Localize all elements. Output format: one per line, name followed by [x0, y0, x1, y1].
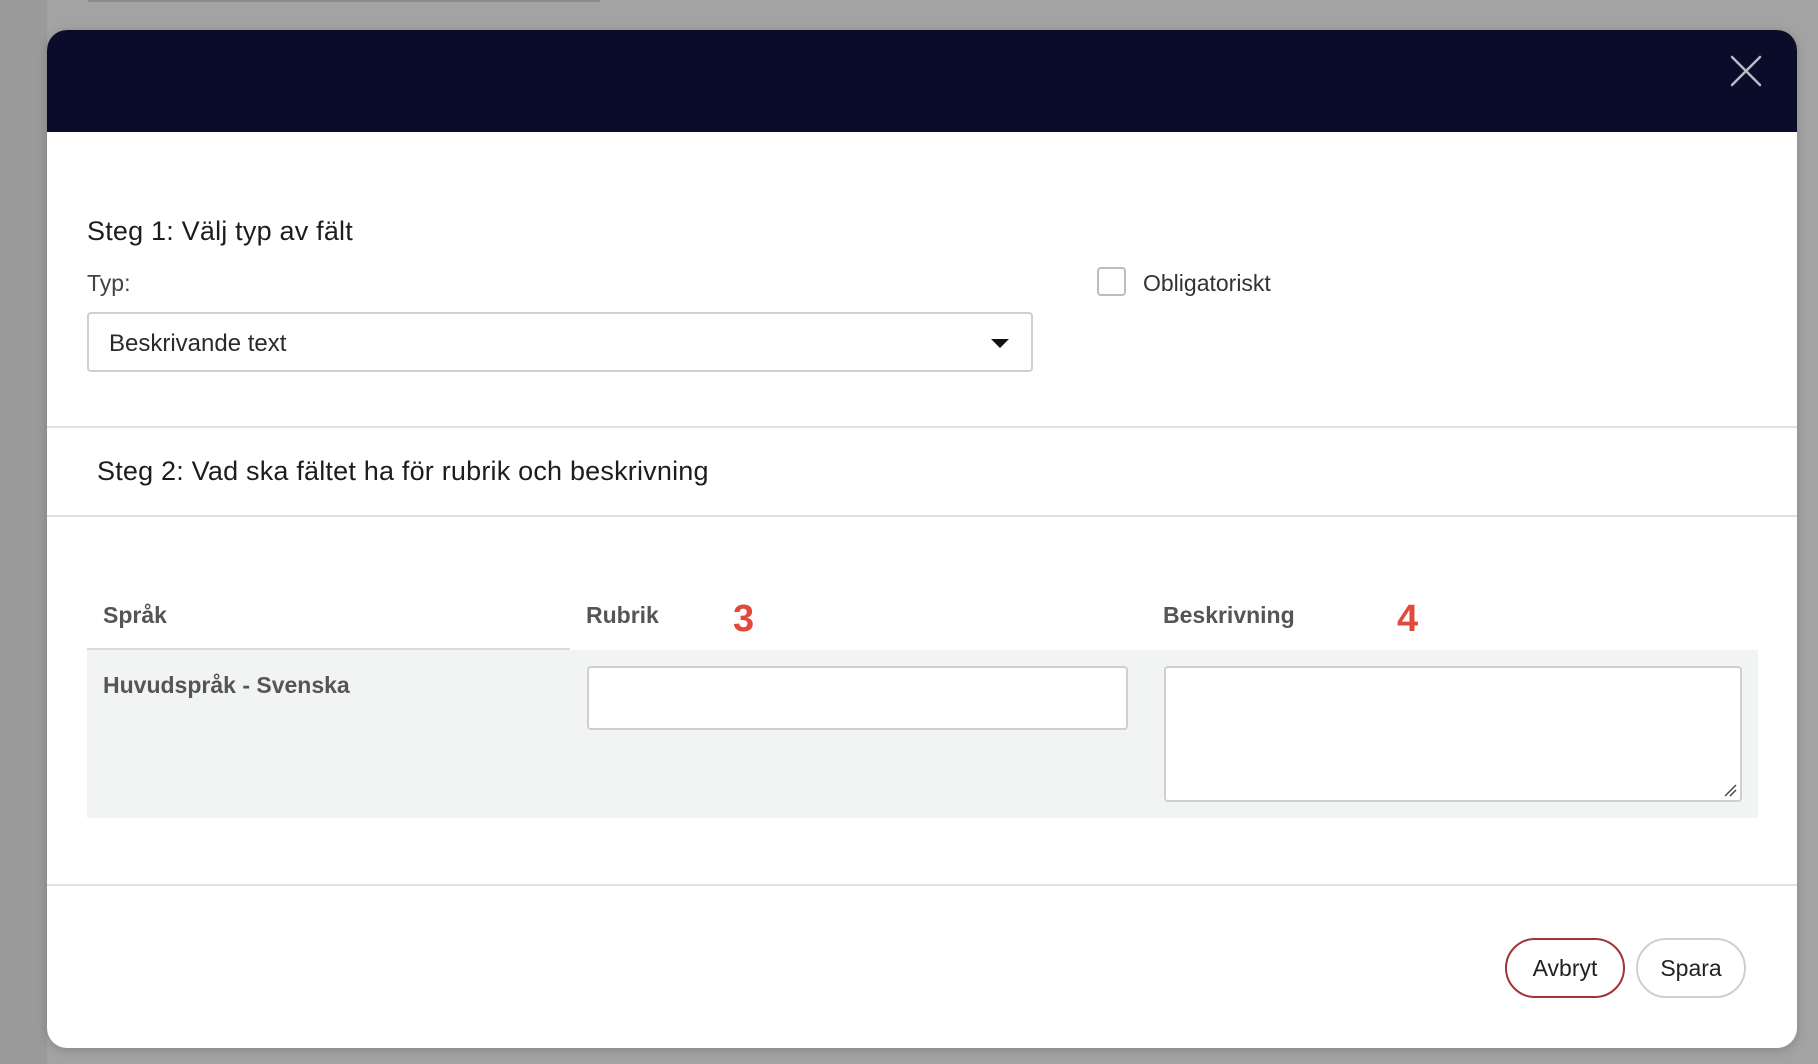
background-page-strip [88, 0, 600, 2]
marker-description: 4 [1397, 598, 1419, 640]
step1-title: Steg 1: Välj typ av fält [87, 216, 353, 246]
divider-footer [47, 884, 1797, 886]
divider-step1 [47, 426, 1797, 428]
marker-heading: 3 [733, 598, 755, 640]
table-row: Huvudspråk - Svenska [87, 650, 1758, 818]
type-select[interactable]: Beskrivande text [87, 312, 1033, 372]
heading-input[interactable] [587, 666, 1128, 730]
resize-grip-icon[interactable] [1723, 783, 1737, 797]
column-header-language: Språk [103, 602, 167, 628]
obligatory-checkbox[interactable] [1097, 267, 1126, 296]
background-page-edge [0, 0, 47, 1064]
dialog-header [47, 30, 1797, 132]
caret-down-icon [991, 339, 1009, 348]
divider-step2 [47, 515, 1797, 517]
column-header-description: Beskrivning [1163, 602, 1295, 628]
step2-title: Steg 2: Vad ska fältet ha för rubrik och… [97, 456, 709, 486]
column-header-heading: Rubrik [586, 602, 659, 628]
close-button[interactable] [1723, 48, 1769, 94]
language-name: Huvudspråk - Svenska [103, 672, 350, 698]
description-textarea[interactable] [1164, 666, 1742, 802]
obligatory-label[interactable]: Obligatoriskt [1143, 270, 1271, 297]
cancel-button[interactable]: Avbryt [1505, 938, 1625, 998]
close-icon [1730, 55, 1762, 87]
add-field-dialog: Steg 1: Välj typ av fält Typ: Beskrivand… [47, 30, 1797, 1048]
save-button[interactable]: Spara [1636, 938, 1746, 998]
type-label: Typ: [87, 270, 131, 296]
type-select-value: Beskrivande text [109, 330, 287, 357]
